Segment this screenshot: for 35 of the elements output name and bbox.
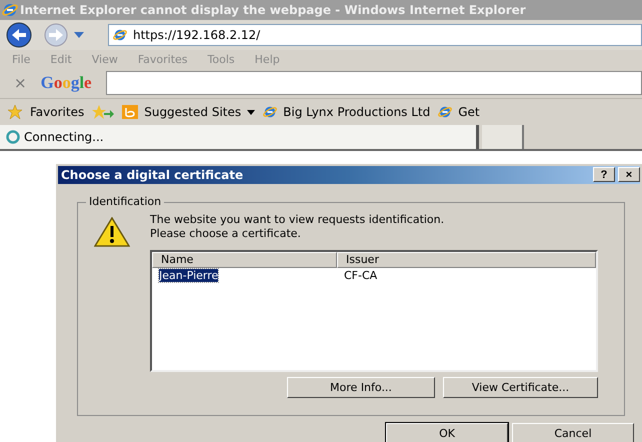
- ie-icon: [263, 105, 278, 119]
- column-header[interactable]: Name: [152, 252, 337, 268]
- column-header[interactable]: Issuer: [337, 252, 596, 268]
- search-field[interactable]: [106, 71, 642, 95]
- add-favorite-icon[interactable]: [92, 105, 114, 119]
- ie-icon: [2, 2, 18, 18]
- list-cell[interactable]: CF-CA: [344, 268, 378, 282]
- dialog-button[interactable]: View Certificate...: [443, 376, 598, 398]
- cancel-button[interactable]: Cancel: [512, 423, 634, 442]
- dialog-button[interactable]: More Info...: [287, 376, 435, 398]
- dropdown-icon[interactable]: [74, 32, 84, 38]
- favorites-link[interactable]: Suggested Sites: [122, 105, 256, 119]
- ie-icon: [113, 28, 127, 42]
- new-tab-button[interactable]: [482, 125, 524, 149]
- ie-icon: [438, 105, 452, 119]
- loading-icon: [6, 130, 20, 144]
- address-field[interactable]: https://192.168.2.12/: [108, 24, 642, 46]
- close-button[interactable]: ×: [618, 167, 640, 182]
- ok-button[interactable]: OK: [386, 423, 508, 442]
- favorites-link[interactable]: Big Lynx Productions Ltd: [263, 105, 430, 119]
- list-cell[interactable]: Jean-Pierre: [159, 268, 218, 282]
- window-title: Internet Explorer cannot display the webpage - Windows Internet Explorer: [20, 3, 526, 17]
- dialog-title: Choose a digital certificate: [61, 168, 244, 182]
- bing-icon: [122, 105, 138, 119]
- google-logo: Google: [40, 73, 92, 93]
- help-button[interactable]: ?: [593, 167, 615, 182]
- forward-icon[interactable]: [42, 23, 70, 47]
- group-label: Identification: [86, 194, 164, 208]
- favorites-button[interactable]: Favorites: [30, 105, 84, 119]
- browser-tab[interactable]: Connecting...: [0, 125, 479, 149]
- warning-icon: [94, 216, 130, 247]
- star-icon[interactable]: [8, 105, 22, 119]
- favorites-link[interactable]: Get: [438, 105, 480, 119]
- message-text: The website you want to view requests identification. Please choose a certificate.: [150, 212, 446, 242]
- caret-icon: [247, 110, 256, 114]
